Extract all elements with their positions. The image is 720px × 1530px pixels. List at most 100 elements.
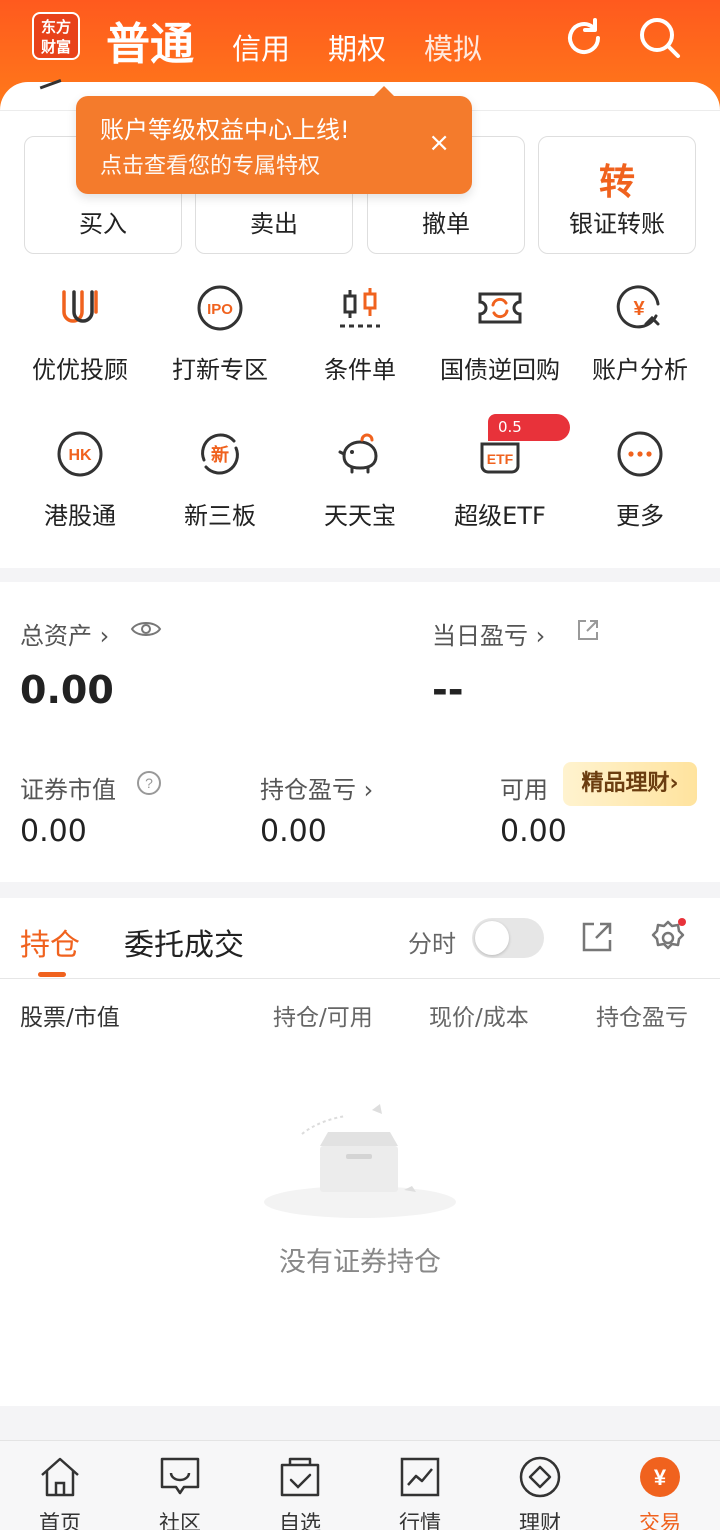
position-pl-label[interactable]: 持仓盈亏 › [260,770,373,805]
nav-trade[interactable]: ¥ 交易 [600,1441,720,1530]
premium-finance-label: 精品理财 [581,771,670,796]
grid-item-tiantianbao[interactable]: 天天宝 [290,430,430,550]
etf-text: ETF [487,451,514,467]
grid-item-new-three-board[interactable]: 新 新三板 [150,430,290,550]
close-icon[interactable]: × [428,130,450,156]
empty-box-illustration [264,1104,456,1218]
grid-item-account-analysis[interactable]: ¥ 账户分析 [570,284,710,404]
total-assets-text: 总资产 [20,622,92,650]
hk-icon: HK [57,431,103,477]
column-price-cost: 现价/成本 [429,1005,529,1031]
toggle-knob [475,921,509,955]
intraday-toggle-label: 分时 [408,930,456,958]
grid-item-super-etf[interactable]: ETF 超级ETF [430,430,570,550]
grid-label: 天天宝 [324,502,396,530]
tab-holdings[interactable]: 持仓 [20,920,80,964]
market-value: 0.00 [20,814,87,849]
tooltip-subtitle: 点击查看您的专属特权 [100,154,321,179]
nav-label: 社区 [159,1511,201,1530]
premium-finance-button[interactable]: 精品理财› [563,762,697,806]
transfer-icon: 转 [598,162,635,203]
tab-orders-trades[interactable]: 委托成交 [124,920,244,964]
grid-label: 账户分析 [592,356,688,384]
grid-label: 条件单 [324,356,396,384]
nav-community[interactable]: 社区 [120,1441,240,1530]
ipo-icon: IPO [197,285,243,331]
holdings-panel: 持仓 委托成交 分时 股票/市值 持仓/可用 现价/成本 持仓盈亏 没有证券持仓 [0,898,720,1406]
tab-credit[interactable]: 信用 [232,26,290,68]
column-position-pl: 持仓盈亏 [596,1005,688,1031]
watchlist-icon [280,1457,320,1497]
eye-icon[interactable] [130,618,162,640]
piggy-bank-icon [338,433,378,474]
market-icon [400,1457,440,1497]
sell-label: 卖出 [250,210,298,238]
total-assets-value: 0.00 [20,668,114,712]
grid-item-hk-connect[interactable]: HK 港股通 [10,430,150,550]
nav-label: 交易 [639,1511,681,1530]
nav-label: 行情 [399,1511,441,1530]
nav-watchlist[interactable]: 自选 [240,1441,360,1530]
daily-pl-value: -- [432,668,464,712]
yen-analysis-icon: ¥ [616,285,660,329]
buy-label: 买入 [79,210,127,238]
available-value: 0.00 [500,814,567,849]
tab-indicator [38,972,66,977]
grid-label: 更多 [616,502,664,530]
bank-transfer-button[interactable]: 转 银证转账 [538,136,696,254]
daily-pl-text: 当日盈亏 [432,622,528,650]
grid-item-more[interactable]: 更多 [570,430,710,550]
divider [0,978,720,979]
nav-label: 首页 [39,1511,81,1530]
nav-finance[interactable]: 理财 [480,1441,600,1530]
trade-icon: ¥ [640,1457,680,1497]
market-value-label: 证券市值 [20,776,116,804]
grid-label: 超级ETF [454,502,546,530]
daily-pl-label[interactable]: 当日盈亏 › [432,616,545,651]
refresh-icon[interactable] [560,14,608,62]
total-assets-label[interactable]: 总资产 › [20,616,109,651]
app-logo: 东方财富 [32,12,80,60]
grid-label: 优优投顾 [32,356,128,384]
search-icon[interactable] [636,14,684,62]
settings-icon[interactable] [648,918,688,958]
empty-state-text: 没有证券持仓 [279,1247,441,1278]
nav-home[interactable]: 首页 [0,1441,120,1530]
position-pl-value: 0.00 [260,814,327,849]
external-link-icon[interactable] [576,618,600,642]
new-board-icon: 新 [201,433,239,475]
intraday-toggle[interactable] [472,918,544,958]
etf-badge: 0.5 [488,414,570,441]
more-icon [617,431,663,477]
community-icon [160,1457,200,1495]
tooltip-title: 账户等级权益中心上线! [100,116,350,144]
nav-label: 理财 [519,1511,561,1530]
svg-text:?: ? [145,775,153,791]
cancel-order-label: 撤单 [422,210,470,238]
bank-transfer-label: 银证转账 [569,210,665,238]
help-icon[interactable]: ? [136,770,162,796]
finance-icon [519,1456,561,1498]
column-position-available: 持仓/可用 [273,1005,373,1031]
tab-simulation[interactable]: 模拟 [424,26,482,68]
grid-label: 新三板 [184,502,256,530]
promo-tooltip[interactable]: 账户等级权益中心上线! 点击查看您的专属特权 × [76,86,472,194]
trade-glyph: ¥ [654,1465,667,1490]
share-icon[interactable] [580,920,614,954]
grid-label: 打新专区 [172,356,268,384]
grid-item-conditional-order[interactable]: 条件单 [290,284,430,404]
tab-normal[interactable]: 普通 [106,8,194,72]
nav-market[interactable]: 行情 [360,1441,480,1530]
tab-options[interactable]: 期权 [328,26,386,68]
grid-label: 港股通 [44,502,116,530]
repo-ticket-icon [478,292,522,324]
yen-text: ¥ [633,298,645,320]
grid-item-ipo[interactable]: IPO 打新专区 [150,284,290,404]
hk-text: HK [68,447,92,464]
column-stock-value: 股票/市值 [20,1005,120,1031]
candlestick-icon [340,288,380,328]
assets-panel: 总资产 › 0.00 当日盈亏 › -- 证券市值 ? 0.00 持仓盈亏 › … [0,582,720,882]
grid-item-youyou[interactable]: 优优投顾 [10,284,150,404]
grid-item-reverse-repo[interactable]: 国债逆回购 [430,284,570,404]
grid-label: 国债逆回购 [440,356,560,384]
